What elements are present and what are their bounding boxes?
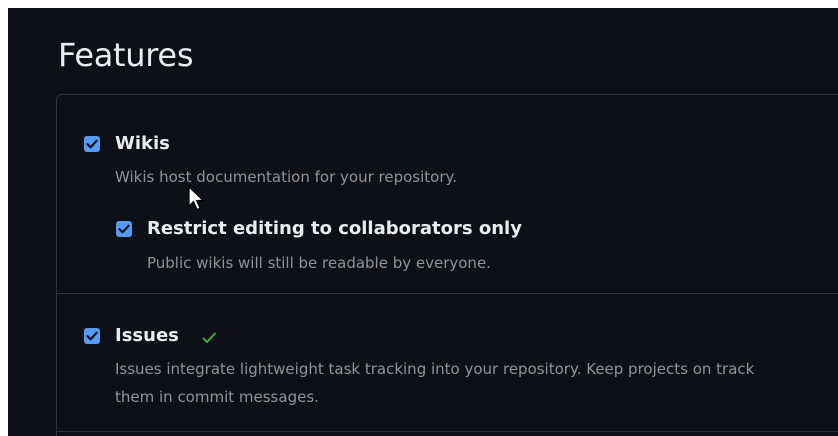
- checkbox-check-icon: [86, 139, 98, 149]
- restrict-editing-checkbox[interactable]: [116, 221, 132, 237]
- section-divider: [57, 431, 838, 432]
- restrict-editing-description: Public wikis will still be readable by e…: [147, 254, 491, 272]
- issues-description-line2: them in commit messages.: [115, 388, 319, 406]
- mouse-cursor-icon: [188, 186, 204, 211]
- issues-checkbox[interactable]: [84, 328, 100, 344]
- wikis-checkbox[interactable]: [84, 136, 100, 152]
- issues-description-line1: Issues integrate lightweight task tracki…: [115, 360, 755, 378]
- wikis-description: Wikis host documentation for your reposi…: [115, 168, 457, 186]
- restrict-editing-label[interactable]: Restrict editing to collaborators only: [147, 218, 522, 239]
- checkmark-icon: [202, 332, 216, 343]
- wikis-label[interactable]: Wikis: [115, 133, 170, 154]
- features-box: Wikis Wikis host documentation for your …: [56, 94, 838, 436]
- page-title: Features: [58, 36, 194, 74]
- checkbox-check-icon: [86, 331, 98, 341]
- section-divider: [57, 293, 838, 294]
- checkbox-check-icon: [118, 224, 130, 234]
- settings-page: Features Wikis Wikis host documentation …: [8, 8, 838, 436]
- issues-label[interactable]: Issues: [115, 325, 179, 346]
